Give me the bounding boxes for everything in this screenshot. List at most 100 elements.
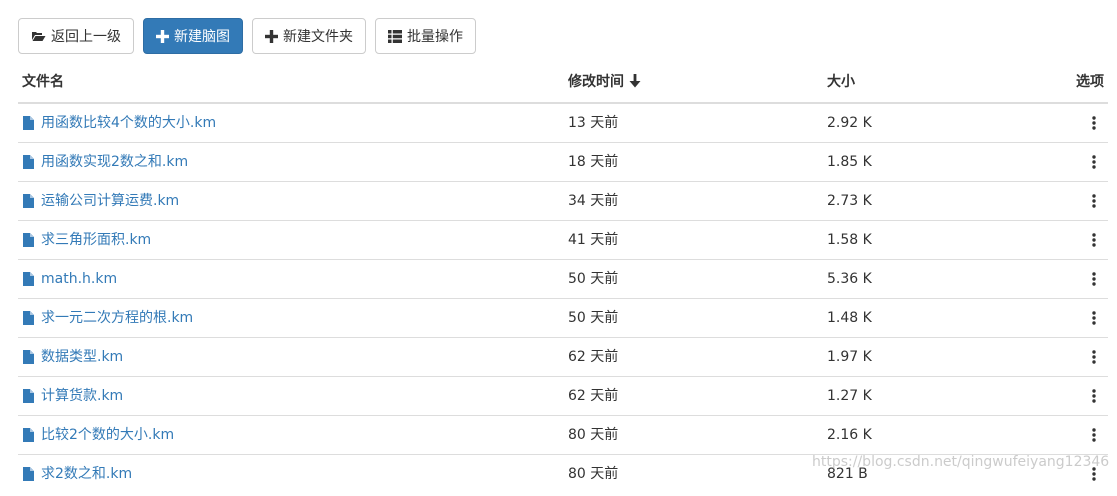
options-menu-button[interactable] bbox=[1092, 182, 1096, 220]
file-icon bbox=[23, 194, 34, 208]
file-name: 求三角形面积.km bbox=[41, 232, 152, 248]
options-menu-button[interactable] bbox=[1092, 377, 1096, 415]
options-menu-button[interactable] bbox=[1092, 299, 1096, 337]
file-name-cell: 比较2个数的大小.km bbox=[22, 416, 174, 454]
new-folder-button[interactable]: 新建文件夹 bbox=[252, 18, 366, 54]
batch-operation-button[interactable]: 批量操作 bbox=[375, 18, 476, 54]
file-name-cell: 数据类型.km bbox=[22, 338, 123, 376]
file-link[interactable]: 求三角形面积.km bbox=[22, 221, 151, 259]
table-row: 比较2个数的大小.km 80 天前 2.16 K bbox=[18, 416, 1108, 455]
column-header-modified[interactable]: 修改时间 bbox=[568, 63, 641, 102]
vertical-ellipsis-icon bbox=[1092, 350, 1096, 364]
file-name-cell: 计算货款.km bbox=[22, 377, 123, 415]
file-name-cell: 用函数比较4个数的大小.km bbox=[22, 104, 216, 142]
file-icon bbox=[23, 350, 34, 364]
list-icon bbox=[388, 29, 402, 43]
file-modified: 50 天前 bbox=[568, 310, 619, 326]
table-body: 用函数比较4个数的大小.km 13 天前 2.92 K 用函数实现2数之和.km 18 … bbox=[18, 104, 1108, 493]
file-size: 1.97 K bbox=[827, 349, 872, 365]
file-link[interactable]: 用函数实现2数之和.km bbox=[22, 143, 188, 181]
vertical-ellipsis-icon bbox=[1092, 311, 1096, 325]
vertical-ellipsis-icon bbox=[1092, 272, 1096, 286]
file-name-cell: 求2数之和.km bbox=[22, 455, 132, 493]
options-menu-button[interactable] bbox=[1092, 455, 1096, 493]
file-name-cell: 求三角形面积.km bbox=[22, 221, 151, 259]
file-icon bbox=[23, 467, 34, 481]
file-name: 计算货款.km bbox=[41, 388, 124, 404]
file-link[interactable]: 求一元二次方程的根.km bbox=[22, 299, 193, 337]
file-name: 比较2个数的大小.km bbox=[41, 427, 175, 443]
file-name: 用函数实现2数之和.km bbox=[41, 154, 189, 170]
table-row: 数据类型.km 62 天前 1.97 K bbox=[18, 338, 1108, 377]
file-icon bbox=[23, 155, 34, 169]
table-row: 用函数实现2数之和.km 18 天前 1.85 K bbox=[18, 143, 1108, 182]
column-header-modified-label: 修改时间 bbox=[568, 74, 624, 90]
file-name: 运输公司计算运费.km bbox=[41, 193, 180, 209]
file-icon bbox=[23, 389, 34, 403]
plus-icon bbox=[156, 29, 169, 43]
new-mindmap-button-label: 新建脑图 bbox=[174, 29, 230, 45]
new-folder-button-label: 新建文件夹 bbox=[283, 29, 353, 45]
file-table: 文件名 修改时间 大小 选项 用函数比较4个数的大小.km 13 天前 2.92 K… bbox=[18, 63, 1108, 493]
table-row: 计算货款.km 62 天前 1.27 K bbox=[18, 377, 1108, 416]
file-icon bbox=[23, 272, 34, 286]
vertical-ellipsis-icon bbox=[1092, 116, 1096, 130]
batch-operation-button-label: 批量操作 bbox=[407, 29, 463, 45]
file-modified: 62 天前 bbox=[568, 388, 619, 404]
file-name-cell: 运输公司计算运费.km bbox=[22, 182, 179, 220]
file-name: 数据类型.km bbox=[41, 349, 124, 365]
file-modified: 41 天前 bbox=[568, 232, 619, 248]
file-link[interactable]: 比较2个数的大小.km bbox=[22, 416, 174, 454]
file-name-cell: 求一元二次方程的根.km bbox=[22, 299, 193, 337]
vertical-ellipsis-icon bbox=[1092, 467, 1096, 481]
file-icon bbox=[23, 311, 34, 325]
table-row: 求一元二次方程的根.km 50 天前 1.48 K bbox=[18, 299, 1108, 338]
file-icon bbox=[23, 116, 34, 130]
file-name: 求2数之和.km bbox=[41, 466, 133, 482]
file-link[interactable]: 求2数之和.km bbox=[22, 455, 132, 493]
options-menu-button[interactable] bbox=[1092, 143, 1096, 181]
new-mindmap-button[interactable]: 新建脑图 bbox=[143, 18, 243, 54]
folder-open-icon bbox=[31, 30, 46, 42]
table-row: math.h.km 50 天前 5.36 K bbox=[18, 260, 1108, 299]
file-name: math.h.km bbox=[41, 271, 118, 287]
file-size: 5.36 K bbox=[827, 271, 872, 287]
file-size: 1.58 K bbox=[827, 232, 872, 248]
file-modified: 80 天前 bbox=[568, 427, 619, 443]
column-header-options: 选项 bbox=[1076, 74, 1104, 90]
file-link[interactable]: math.h.km bbox=[22, 260, 117, 298]
table-row: 求2数之和.km 80 天前 821 B bbox=[18, 455, 1108, 493]
file-link[interactable]: 数据类型.km bbox=[22, 338, 123, 376]
column-header-size[interactable]: 大小 bbox=[827, 63, 855, 102]
file-modified: 18 天前 bbox=[568, 154, 619, 170]
file-link[interactable]: 运输公司计算运费.km bbox=[22, 182, 179, 220]
file-size: 821 B bbox=[827, 466, 868, 482]
toolbar: 返回上一级 新建脑图 新建文件夹 批量操作 bbox=[18, 18, 485, 54]
options-menu-button[interactable] bbox=[1092, 260, 1096, 298]
file-modified: 13 天前 bbox=[568, 115, 619, 131]
table-row: 求三角形面积.km 41 天前 1.58 K bbox=[18, 221, 1108, 260]
file-link[interactable]: 用函数比较4个数的大小.km bbox=[22, 104, 216, 142]
options-menu-button[interactable] bbox=[1092, 416, 1096, 454]
vertical-ellipsis-icon bbox=[1092, 155, 1096, 169]
file-size: 1.48 K bbox=[827, 310, 872, 326]
file-name-cell: 用函数实现2数之和.km bbox=[22, 143, 188, 181]
back-button[interactable]: 返回上一级 bbox=[18, 18, 134, 54]
options-menu-button[interactable] bbox=[1092, 338, 1096, 376]
file-link[interactable]: 计算货款.km bbox=[22, 377, 123, 415]
file-modified: 34 天前 bbox=[568, 193, 619, 209]
file-name: 求一元二次方程的根.km bbox=[41, 310, 194, 326]
file-size: 2.16 K bbox=[827, 427, 872, 443]
options-menu-button[interactable] bbox=[1092, 221, 1096, 259]
column-header-name[interactable]: 文件名 bbox=[22, 63, 64, 102]
file-name: 用函数比较4个数的大小.km bbox=[41, 115, 217, 131]
vertical-ellipsis-icon bbox=[1092, 233, 1096, 247]
file-modified: 80 天前 bbox=[568, 466, 619, 482]
options-menu-button[interactable] bbox=[1092, 104, 1096, 142]
plus-icon bbox=[265, 29, 278, 43]
file-modified: 62 天前 bbox=[568, 349, 619, 365]
table-header: 文件名 修改时间 大小 选项 bbox=[18, 63, 1108, 104]
table-row: 运输公司计算运费.km 34 天前 2.73 K bbox=[18, 182, 1108, 221]
file-size: 1.85 K bbox=[827, 154, 872, 170]
file-name-cell: math.h.km bbox=[22, 260, 117, 298]
